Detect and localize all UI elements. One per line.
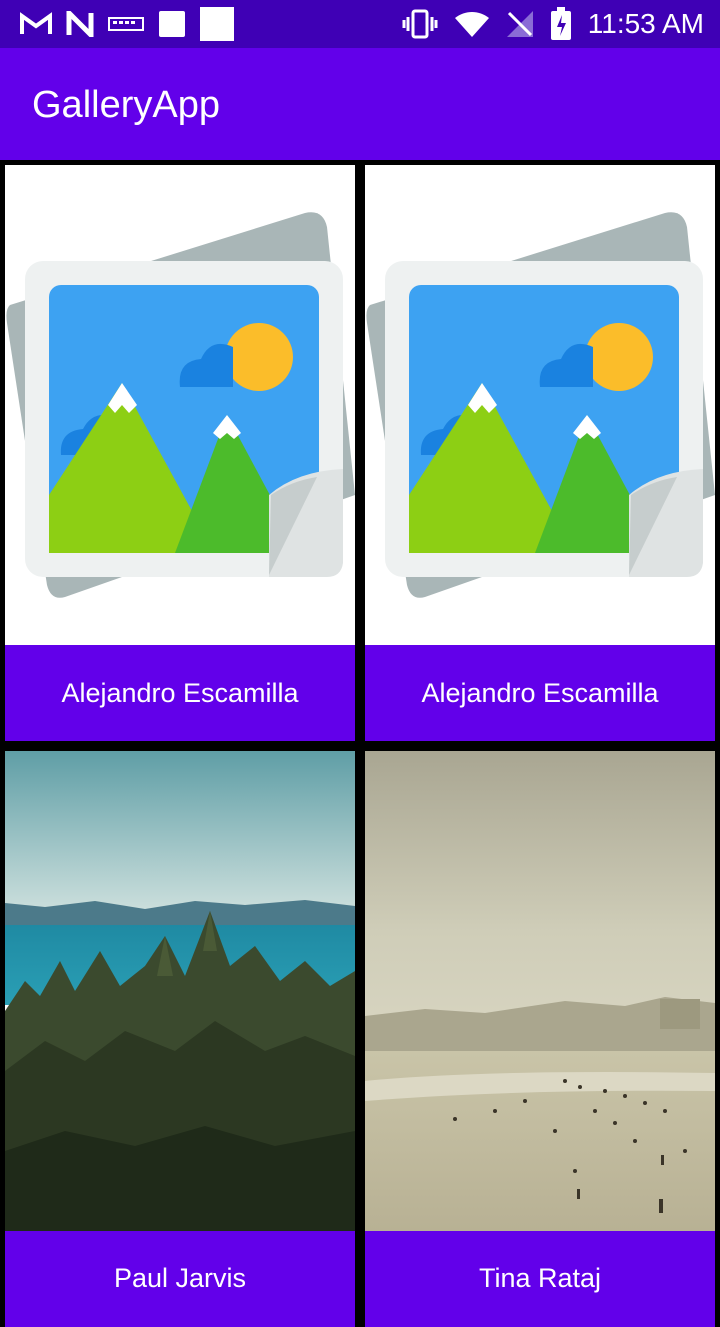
status-left-icons [20, 7, 234, 41]
square-icon [158, 10, 186, 38]
gallery-card[interactable]: Tina Rataj [365, 751, 715, 1327]
no-signal-icon [506, 10, 534, 38]
gallery-card[interactable]: Paul Jarvis [5, 751, 355, 1327]
keyboard-icon [108, 16, 144, 32]
author-label: Alejandro Escamilla [5, 645, 355, 741]
square-icon [200, 7, 234, 41]
n-app-icon [66, 11, 94, 37]
status-bar: 11:53 AM [0, 0, 720, 48]
gallery-card[interactable]: Alejandro Escamilla [5, 165, 355, 741]
app-bar: GalleryApp [0, 48, 720, 160]
wifi-icon [454, 10, 490, 38]
gmail-icon [20, 12, 52, 36]
gallery-grid: Alejandro Escamilla Alejandro Escamilla [0, 160, 720, 1327]
author-label: Tina Rataj [365, 1231, 715, 1327]
gallery-card[interactable]: Alejandro Escamilla [365, 165, 715, 741]
beach-photo [365, 751, 715, 1231]
battery-charging-icon [550, 7, 572, 41]
forest-ocean-photo [5, 751, 355, 1231]
vibrate-icon [402, 9, 438, 39]
app-title: GalleryApp [32, 84, 220, 126]
status-right-icons: 11:53 AM [402, 6, 704, 42]
status-time: 11:53 AM [587, 8, 704, 39]
author-label: Paul Jarvis [5, 1231, 355, 1327]
placeholder-image-icon [365, 165, 715, 645]
author-label: Alejandro Escamilla [365, 645, 715, 741]
placeholder-image-icon [5, 165, 355, 645]
